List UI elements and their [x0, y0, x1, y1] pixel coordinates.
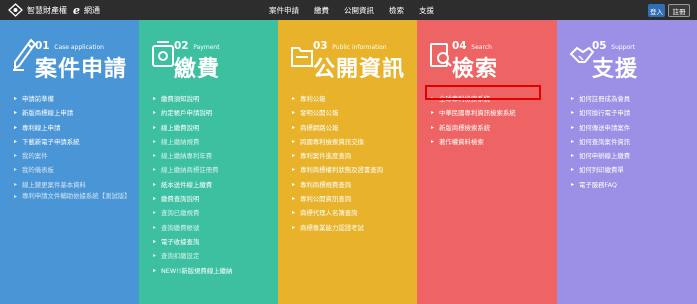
list-item[interactable]: 發明公開公報: [292, 106, 383, 121]
list-item[interactable]: 商標代理人名簿查詢: [292, 206, 383, 221]
list-item[interactable]: 專利商標權利狀態及證書查詢: [292, 163, 383, 178]
register-button[interactable]: 註冊: [668, 4, 690, 17]
list-item[interactable]: 如何註冊成為會員: [571, 92, 630, 107]
logo-text: 智慧財產權: [27, 5, 67, 15]
list-item[interactable]: 查詢繳費帳號: [153, 221, 232, 236]
list-item[interactable]: 約定帳戶申請說明: [153, 106, 232, 121]
list-item[interactable]: 專利線上申請: [14, 121, 132, 136]
search-panel: 04 Search 檢索 全球專利檢索系統 中華民國專利資訊檢索系統 新版商標檢…: [417, 20, 557, 304]
panel-title: 繳費: [174, 57, 221, 82]
nav-search[interactable]: 檢索: [389, 5, 404, 16]
logo-e: e: [73, 3, 80, 17]
nav-case-application[interactable]: 案件申請: [269, 5, 299, 16]
highlight-box: [425, 85, 541, 100]
panel-title: 支援: [592, 57, 639, 82]
site-logo[interactable]: 智慧財產權 e 網通: [8, 3, 100, 17]
nav-support[interactable]: 支援: [419, 5, 434, 16]
list-item[interactable]: 如何查詢案件資訊: [571, 135, 630, 150]
list-item[interactable]: 查詢扣繳設定: [153, 249, 232, 264]
top-bar: 智慧財產權 e 網通 案件申請 繳費 公開資訊 檢索 支援 登入 註冊: [0, 0, 697, 20]
payment-panel: 02 Payment 繳費 繳費須知說明 約定帳戶申請說明 線上繳費說明 線上繳…: [139, 20, 278, 304]
case-application-panel: 01 Case application 案件申請 申請前準備 新版商標線上申請 …: [0, 20, 139, 304]
list-item[interactable]: 專利公報: [292, 92, 383, 107]
support-panel: 05 Support 支援 如何註冊成為會員 如何換行電子申請 如何傳送申請案件…: [557, 20, 697, 304]
wallet-icon: [151, 38, 175, 76]
list-item[interactable]: 新版商標檢索系統: [431, 121, 516, 136]
list-item[interactable]: 商標專業能力認證考試: [292, 221, 383, 236]
list-item[interactable]: 線上繳費說明: [153, 121, 232, 136]
list-item[interactable]: 電子收據查詢: [153, 235, 232, 250]
list-item[interactable]: 如何傳送申請案件: [571, 121, 630, 136]
list-item[interactable]: 電子服務FAQ: [571, 178, 630, 193]
list-item[interactable]: 繳費須知說明: [153, 92, 232, 107]
list-item[interactable]: 繳費查詢說明: [153, 192, 232, 207]
list-item[interactable]: 紙本送件線上繳費: [153, 178, 232, 193]
list-item[interactable]: 我的案件: [14, 149, 132, 164]
list-item[interactable]: 線上繳納商標註冊費: [153, 163, 232, 178]
nav-public-info[interactable]: 公開資訊: [344, 5, 374, 16]
logo-suffix: 網通: [84, 5, 100, 15]
list-item[interactable]: 專利案件進度查詢: [292, 149, 383, 164]
pen-icon: [12, 38, 37, 76]
list-item[interactable]: 專利申請文件輔助依據系統【測試版】: [14, 192, 132, 214]
list-item[interactable]: 著作權資料檢索: [431, 135, 516, 150]
public-info-panel: 03 Public information 公開資訊 專利公報 發明公開公報 商…: [278, 20, 417, 304]
main-nav: 案件申請 繳費 公開資訊 檢索 支援: [269, 0, 449, 20]
list-item[interactable]: 申請前準備: [14, 92, 132, 107]
list-item[interactable]: 我的儀表板: [14, 163, 132, 178]
list-item[interactable]: 下載新電子申請系統: [14, 135, 132, 150]
list-item[interactable]: 如何換行電子申請: [571, 106, 630, 121]
folder-icon: [290, 38, 314, 76]
list-item[interactable]: 專利商標規費查詢: [292, 178, 383, 193]
list-item[interactable]: 如何申辦線上繳費: [571, 149, 630, 164]
nav-payment[interactable]: 繳費: [314, 5, 329, 16]
list-item[interactable]: NEW!!新版規費線上繳納: [153, 264, 232, 279]
panel-title: 案件申請: [35, 57, 128, 82]
list-item[interactable]: 中華民國專利資訊檢索系統: [431, 106, 516, 121]
list-item[interactable]: 新版商標線上申請: [14, 106, 132, 121]
list-item[interactable]: 線上繳納專利年費: [153, 149, 232, 164]
list-item[interactable]: 跨國專利檢索資訊交換: [292, 135, 383, 150]
search-icon: [429, 38, 453, 76]
list-item[interactable]: 線上變更案件基本資料: [14, 178, 132, 193]
list-item[interactable]: 查詢已繳規費: [153, 206, 232, 221]
login-button[interactable]: 登入: [648, 4, 665, 17]
logo-icon: [8, 3, 23, 17]
panel-title: 公開資訊: [313, 57, 406, 82]
list-item[interactable]: 線上繳納規費: [153, 135, 232, 150]
list-item[interactable]: 商標網路公報: [292, 121, 383, 136]
list-item[interactable]: 如何列印繳費單: [571, 163, 630, 178]
panel-title: 檢索: [452, 57, 499, 82]
list-item[interactable]: 專利公開資訊查詢: [292, 192, 383, 207]
